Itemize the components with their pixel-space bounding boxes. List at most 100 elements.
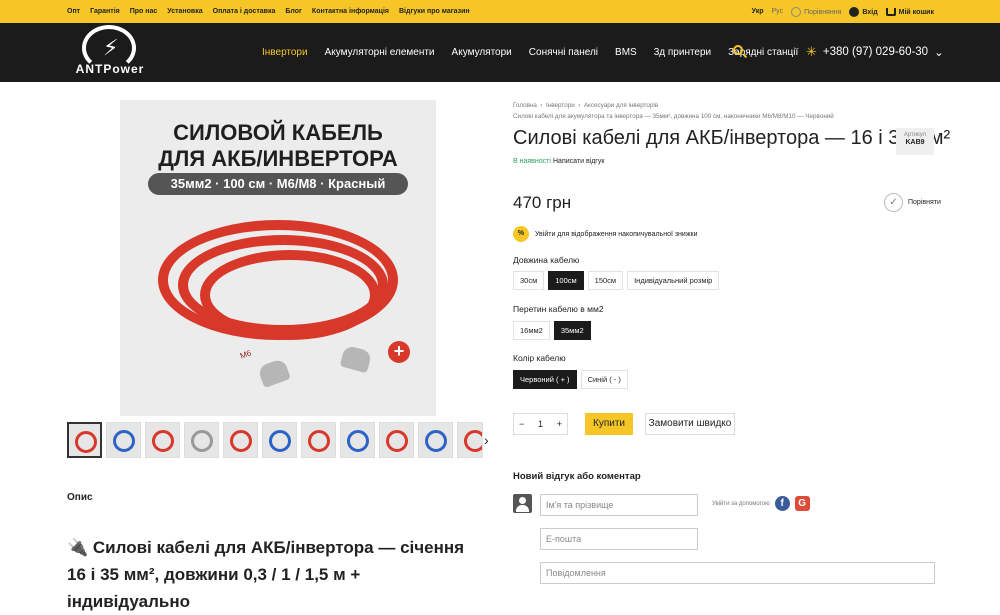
color-option-red[interactable]: Червоний ( + ) (513, 370, 577, 389)
compare-check-icon: ✓ (884, 193, 903, 212)
write-review-link[interactable]: Написати відгук (553, 158, 604, 165)
page-title: Силові кабелі для АКБ/інвертора — 16 і 3… (513, 127, 951, 149)
login-discount-link[interactable]: % Увійти для відображення накопичувально… (513, 226, 698, 242)
thumbnail[interactable] (106, 422, 141, 458)
length-option-100[interactable]: 100см (548, 271, 584, 290)
section-label: Перетин кабелю в мм2 (513, 304, 604, 314)
top-right: Укр Рус Порівняння Вхід Мій кошик (752, 0, 934, 23)
name-input[interactable]: Ім'я та прізвище (540, 494, 698, 516)
review-form-title: Новий відгук або коментар (513, 471, 641, 482)
google-icon[interactable]: G (794, 496, 810, 511)
thumbnail[interactable] (457, 422, 483, 458)
cart-link[interactable]: Мій кошик (885, 7, 934, 16)
nav-3d-printers[interactable]: 3д принтери (654, 47, 711, 58)
chevron-down-icon: ⌄ (934, 47, 944, 59)
cable-lug-left (257, 357, 291, 389)
section-option-35[interactable]: 35мм2 (553, 321, 591, 340)
logo[interactable]: ⚡ ANTPower (70, 25, 150, 80)
social-login: Увійти за допомогою f G (712, 496, 810, 511)
top-link-install[interactable]: Установка (167, 8, 202, 15)
social-login-label: Увійти за допомогою (712, 500, 770, 507)
top-link-contacts[interactable]: Контактна інформація (312, 8, 389, 15)
login-link[interactable]: Вхід (849, 6, 878, 17)
breadcrumb: Головна › Інвертори › Аксесуари для інве… (513, 102, 834, 120)
top-link-blog[interactable]: Блог (285, 8, 302, 15)
section-options: 16мм2 35мм2 (513, 321, 591, 340)
cable-coil-inner (200, 250, 380, 340)
sku-label: Артикул (903, 132, 927, 138)
top-link-payment[interactable]: Оплата і доставка (213, 8, 276, 15)
length-options: 30см 100см 150см Індивідуальний розмір (513, 271, 720, 290)
stock-status: В наявності (513, 158, 551, 165)
percent-icon: % (513, 226, 529, 242)
lug-marking: M6 (238, 348, 253, 361)
facebook-icon[interactable]: f (774, 496, 790, 511)
top-links: Опт Гарантія Про нас Установка Оплата і … (67, 0, 470, 23)
minus-icon[interactable]: − (519, 419, 524, 429)
color-option-blue[interactable]: Синій ( - ) (580, 370, 628, 389)
plus-icon[interactable]: + (557, 419, 562, 429)
buy-button[interactable]: Купити (585, 413, 633, 435)
lang-ru[interactable]: Рус (772, 8, 784, 15)
color-options: Червоний ( + ) Синій ( - ) (513, 370, 628, 389)
logo-text: ANTPower (75, 62, 145, 76)
top-link-reviews[interactable]: Відгуки про магазин (399, 8, 470, 15)
thumbnail[interactable] (145, 422, 180, 458)
thumbnail-strip (67, 422, 483, 458)
nav-battery-cells[interactable]: Акумуляторні елементи (325, 47, 435, 58)
product-main-image[interactable]: СИЛОВОЙ КАБЕЛЬ ДЛЯ АКБ/ИНВЕРТОРА 35мм2 ·… (120, 100, 436, 416)
description-intro: 🔌 Силові кабелі для АКБ/інвертора — січе… (67, 538, 465, 611)
search-icon[interactable] (733, 45, 743, 55)
thumbnail[interactable] (418, 422, 453, 458)
compare-icon (791, 6, 802, 17)
thumbnail[interactable] (340, 422, 375, 458)
breadcrumb-home[interactable]: Головна (513, 102, 537, 109)
thumbnail[interactable] (184, 422, 219, 458)
lang-ua[interactable]: Укр (752, 8, 764, 15)
image-title-line1: СИЛОВОЙ КАБЕЛЬ (173, 120, 383, 145)
top-link-warranty[interactable]: Гарантія (90, 8, 120, 15)
thumbnail[interactable] (67, 422, 102, 458)
bolt-icon: ⚡ (103, 35, 119, 60)
avatar (513, 494, 532, 513)
user-icon (849, 6, 860, 17)
color-label: Колір кабелю (513, 353, 566, 363)
phone-star-icon: ✳ (806, 44, 817, 59)
login-label: Вхід (862, 8, 878, 16)
quantity-stepper: − 1 + (513, 413, 568, 435)
quick-order-button[interactable]: Замовити швидко (645, 413, 735, 435)
thumbnail[interactable] (262, 422, 297, 458)
nav-batteries[interactable]: Акумулятори (452, 47, 512, 58)
breadcrumb-accessories[interactable]: Аксесуари для інверторів (584, 102, 658, 109)
description-heading: Опис (67, 492, 93, 503)
sku-badge: Артикул KAB9 (896, 128, 934, 155)
image-spec-pill: 35мм2 · 100 см · М6/М8 · Красный (148, 173, 408, 195)
email-input[interactable]: Е-пошта (540, 528, 698, 550)
compare-button-label: Порівняти (908, 199, 941, 206)
breadcrumb-inverters[interactable]: Інвертори (546, 102, 575, 109)
cart-icon (885, 7, 896, 16)
top-link-about[interactable]: Про нас (130, 8, 158, 15)
length-option-30[interactable]: 30см (513, 271, 545, 290)
compare-button[interactable]: ✓ Порівняти (884, 193, 941, 212)
cart-label: Мій кошик (898, 8, 934, 16)
phone-dropdown[interactable]: ✳ +380 (97) 029-60-30 ⌄ (806, 44, 944, 60)
quantity-value[interactable]: 1 (538, 419, 543, 429)
compare-label: Порівняння (804, 8, 842, 16)
nav-bms[interactable]: BMS (615, 47, 637, 58)
compare-link[interactable]: Порівняння (791, 6, 842, 17)
main-nav: Інвертори Акумуляторні елементи Акумулят… (262, 23, 798, 82)
nav-solar-panels[interactable]: Сонячні панелі (529, 47, 598, 58)
login-discount-label: Увійти для відображення накопичувальної … (535, 230, 698, 238)
thumbnail[interactable] (379, 422, 414, 458)
thumbnail[interactable] (301, 422, 336, 458)
chevron-right-icon[interactable]: › (484, 432, 489, 448)
zoom-plus-icon[interactable]: + (388, 341, 410, 363)
thumbnail[interactable] (223, 422, 258, 458)
cable-lug-right (339, 344, 373, 374)
nav-inverters[interactable]: Інвертори (262, 47, 308, 58)
section-option-16[interactable]: 16мм2 (513, 321, 550, 340)
length-option-150[interactable]: 150см (587, 271, 624, 290)
top-link-opt[interactable]: Опт (67, 8, 80, 15)
length-option-custom[interactable]: Індивідуальний розмір (627, 271, 720, 290)
